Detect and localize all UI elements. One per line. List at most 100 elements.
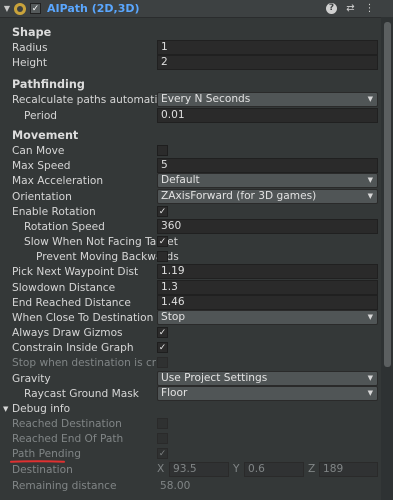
dropdown-arrow-icon: ▼ xyxy=(367,176,373,184)
reached-end-row: Reached End Of Path xyxy=(0,431,381,447)
slow-facing-checkbox[interactable]: ✓ xyxy=(157,236,168,247)
pick-next-field[interactable]: 1.19 xyxy=(157,264,378,279)
end-reached-label: End Reached Distance xyxy=(12,297,131,309)
recalc-dropdown[interactable]: Every N Seconds ▼ xyxy=(157,92,378,107)
section-shape: Shape xyxy=(12,26,52,39)
max-speed-row: Max Speed 5 xyxy=(0,158,381,174)
reached-end-checkbox xyxy=(157,433,168,444)
orientation-row: Orientation ZAxisForward (for 3D games) … xyxy=(0,189,381,205)
debug-heading: Debug info xyxy=(12,403,71,415)
stop-crowded-row: Stop when destination is crowded xyxy=(0,355,381,371)
gravity-dropdown[interactable]: Use Project Settings ▼ xyxy=(157,371,378,386)
height-label: Height xyxy=(12,57,48,69)
rotation-speed-field[interactable]: 360 xyxy=(157,219,378,234)
component-title: AIPath (2D,3D) xyxy=(47,2,140,15)
max-accel-label: Max Acceleration xyxy=(12,175,104,187)
y-field: 0.6 xyxy=(244,462,304,477)
raycast-dropdown[interactable]: Floor ▼ xyxy=(157,386,378,401)
gravity-row: Gravity Use Project Settings ▼ xyxy=(0,371,381,387)
max-accel-value: Default xyxy=(161,174,200,186)
radius-row: Radius 1 xyxy=(0,40,381,56)
height-field[interactable]: 2 xyxy=(157,55,378,70)
enabled-checkbox[interactable]: ✓ xyxy=(30,3,41,14)
slow-facing-row: Slow When Not Facing Target ✓ xyxy=(0,234,381,250)
gravity-value: Use Project Settings xyxy=(161,372,268,384)
section-pathfinding: Pathfinding xyxy=(12,78,85,91)
remaining-label: Remaining distance xyxy=(12,480,117,492)
radius-label: Radius xyxy=(12,42,48,54)
enable-rotation-label: Enable Rotation xyxy=(12,206,96,218)
help-icon[interactable]: ? xyxy=(326,3,337,14)
gravity-label: Gravity xyxy=(12,373,51,385)
slowdown-row: Slowdown Distance 1.3 xyxy=(0,280,381,296)
reached-destination-row: Reached Destination xyxy=(0,416,381,432)
rotation-speed-row: Rotation Speed 360 xyxy=(0,219,381,235)
pick-next-label: Pick Next Waypoint Dist xyxy=(12,266,139,278)
x-field: 93.5 xyxy=(169,462,229,477)
gizmos-label: Always Draw Gizmos xyxy=(12,327,123,339)
enable-rotation-checkbox[interactable]: ✓ xyxy=(157,206,168,217)
period-label: Period xyxy=(24,110,58,122)
orientation-label: Orientation xyxy=(12,191,72,203)
radius-field[interactable]: 1 xyxy=(157,40,378,55)
when-close-row: When Close To Destination Stop ▼ xyxy=(0,310,381,326)
stop-crowded-label: Stop when destination is crowded xyxy=(12,357,156,369)
dropdown-arrow-icon: ▼ xyxy=(367,313,373,321)
can-move-row: Can Move xyxy=(0,143,381,159)
can-move-checkbox[interactable] xyxy=(157,145,168,156)
constrain-label: Constrain Inside Graph xyxy=(12,342,134,354)
fold-arrow-icon[interactable]: ▼ xyxy=(1,4,13,13)
raycast-row: Raycast Ground Mask Floor ▼ xyxy=(0,386,381,402)
stop-crowded-checkbox[interactable] xyxy=(157,357,168,368)
remaining-value: 58.00 xyxy=(160,480,191,492)
when-close-label: When Close To Destination xyxy=(12,312,154,324)
can-move-label: Can Move xyxy=(12,145,65,157)
height-row: Height 2 xyxy=(0,55,381,71)
script-icon xyxy=(14,2,26,15)
reached-destination-label: Reached Destination xyxy=(12,418,122,430)
orientation-dropdown[interactable]: ZAxisForward (for 3D games) ▼ xyxy=(157,189,378,204)
reached-destination-checkbox xyxy=(157,418,168,429)
destination-label: Destination xyxy=(12,464,73,476)
y-label: Y xyxy=(233,463,240,475)
x-label: X xyxy=(157,463,165,475)
scrollbar-thumb[interactable] xyxy=(384,22,391,367)
max-speed-field[interactable]: 5 xyxy=(157,158,378,173)
end-reached-field[interactable]: 1.46 xyxy=(157,295,378,310)
dropdown-arrow-icon: ▼ xyxy=(367,95,373,103)
recalc-row: Recalculate paths automatically Every N … xyxy=(0,92,381,108)
when-close-dropdown[interactable]: Stop ▼ xyxy=(157,310,378,325)
debug-fold-arrow-icon[interactable]: ▼ xyxy=(3,401,8,417)
period-row: Period 0.01 xyxy=(0,108,381,124)
prevent-backwards-row: Prevent Moving Backwards xyxy=(0,249,381,265)
destination-vector: X 93.5 Y 0.6 Z 189 xyxy=(157,462,378,477)
reached-end-label: Reached End Of Path xyxy=(12,433,124,445)
gizmos-checkbox[interactable]: ✓ xyxy=(157,327,168,338)
enable-rotation-row: Enable Rotation ✓ xyxy=(0,204,381,220)
constrain-checkbox[interactable]: ✓ xyxy=(157,342,168,353)
section-movement: Movement xyxy=(12,129,79,142)
component-header[interactable]: ▼ ✓ AIPath (2D,3D) ? ⇄ ⋮ xyxy=(0,0,393,18)
dropdown-arrow-icon: ▼ xyxy=(367,192,373,200)
remaining-row: Remaining distance 58.00 xyxy=(0,478,381,494)
max-accel-row: Max Acceleration Default ▼ xyxy=(0,173,381,189)
orientation-value: ZAxisForward (for 3D games) xyxy=(161,190,317,202)
destination-row: Destination X 93.5 Y 0.6 Z 189 xyxy=(0,462,381,478)
slowdown-label: Slowdown Distance xyxy=(12,282,116,294)
constrain-row: Constrain Inside Graph ✓ xyxy=(0,340,381,356)
when-close-value: Stop xyxy=(161,311,186,323)
debug-foldout[interactable]: ▼ Debug info xyxy=(0,401,381,417)
z-field: 189 xyxy=(319,462,378,477)
end-reached-row: End Reached Distance 1.46 xyxy=(0,295,381,311)
path-pending-checkbox: ✓ xyxy=(157,448,168,459)
z-label: Z xyxy=(308,463,316,475)
max-accel-dropdown[interactable]: Default ▼ xyxy=(157,173,378,188)
context-menu-icon[interactable]: ⋮ xyxy=(364,3,375,14)
pick-next-row: Pick Next Waypoint Dist 1.19 xyxy=(0,264,381,280)
slow-facing-label: Slow When Not Facing Target xyxy=(24,236,178,248)
preset-settings-icon[interactable]: ⇄ xyxy=(345,3,356,14)
prevent-backwards-checkbox[interactable] xyxy=(157,251,168,262)
period-field[interactable]: 0.01 xyxy=(157,108,378,123)
raycast-value: Floor xyxy=(161,387,188,399)
slowdown-field[interactable]: 1.3 xyxy=(157,280,378,295)
